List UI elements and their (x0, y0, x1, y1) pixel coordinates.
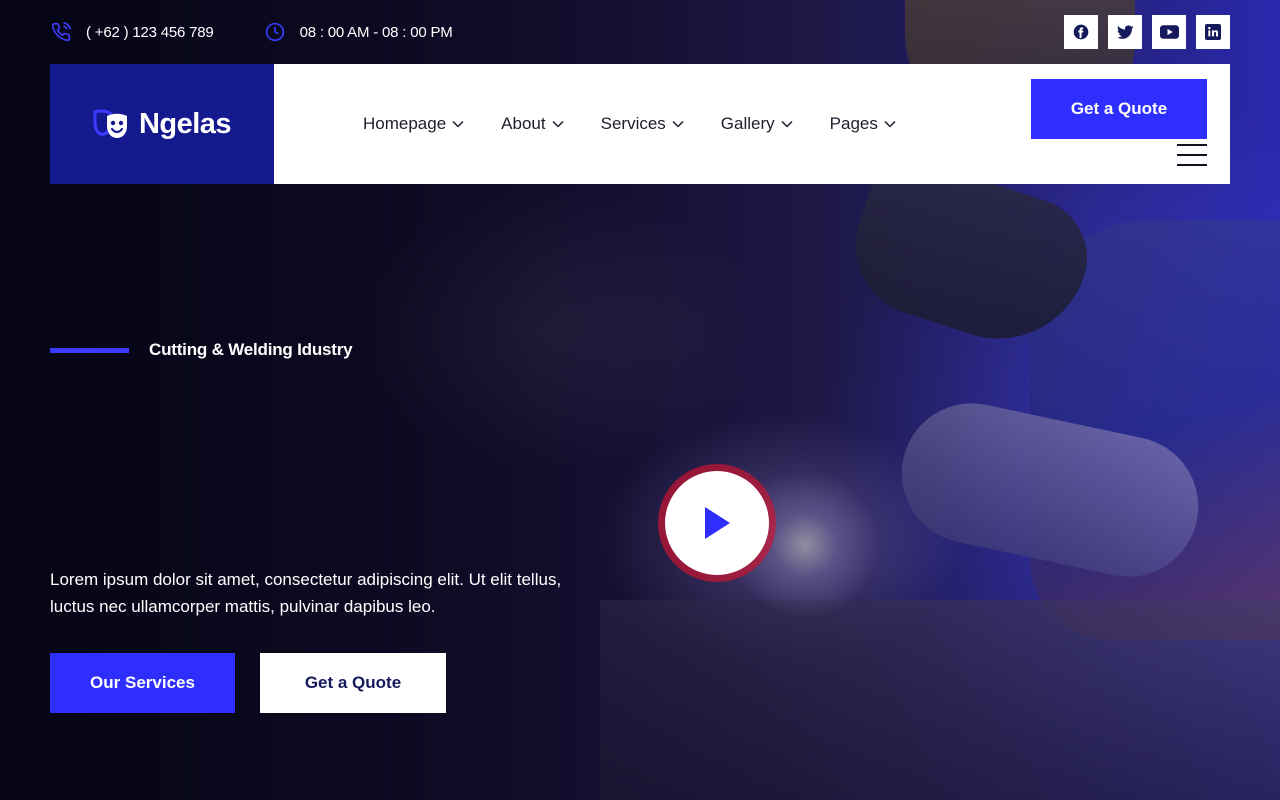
top-bar: ( +62 ) 123 456 789 08 : 00 AM - 08 : 00… (50, 15, 1230, 49)
nav-label: Pages (829, 114, 878, 133)
contact-hours: 08 : 00 AM - 08 : 00 PM (264, 21, 453, 43)
menu-icon[interactable] (1177, 144, 1207, 166)
contact-phone: ( +62 ) 123 456 789 (50, 21, 214, 43)
hero-description: Lorem ipsum dolor sit amet, consectetur … (50, 570, 562, 616)
chevron-down-icon (672, 120, 684, 128)
chevron-down-icon (452, 120, 464, 128)
social-links (1054, 15, 1230, 49)
nav-label: About (501, 114, 546, 133)
nav-item-pages[interactable]: Pages (830, 114, 896, 134)
opening-hours: 08 : 00 AM - 08 : 00 PM (299, 23, 453, 41)
twitter-icon[interactable] (1108, 15, 1142, 49)
nav-item-about[interactable]: About (501, 114, 564, 134)
youtube-icon[interactable] (1152, 15, 1186, 49)
brand-name: Ngelas (138, 107, 232, 140)
hero-tagline: Cutting & Welding Idustry (50, 340, 353, 360)
chevron-down-icon (552, 120, 564, 128)
chevron-down-icon (884, 120, 896, 128)
main-nav: Homepage About Services Gallery Pages (363, 64, 933, 184)
play-video-button[interactable] (658, 464, 776, 582)
tagline-text: Cutting & Welding Idustry (149, 340, 353, 359)
header-actions: Get a Quote (1030, 64, 1230, 184)
masks-icon (93, 108, 131, 140)
hero-get-quote-button[interactable]: Get a Quote (260, 653, 446, 713)
phone-number: ( +62 ) 123 456 789 (86, 23, 214, 41)
nav-label: Homepage (363, 114, 447, 133)
phone-icon (50, 21, 72, 43)
nav-item-homepage[interactable]: Homepage (363, 114, 464, 134)
our-services-button[interactable]: Our Services (50, 653, 235, 713)
clock-icon (264, 21, 286, 43)
logo[interactable]: Ngelas (50, 64, 274, 184)
linkedin-icon[interactable] (1196, 15, 1230, 49)
chevron-down-icon (781, 120, 793, 128)
nav-item-gallery[interactable]: Gallery (721, 114, 793, 134)
facebook-icon[interactable] (1064, 15, 1098, 49)
nav-item-services[interactable]: Services (601, 114, 684, 134)
site-header: Ngelas Homepage About Services Gallery P… (50, 64, 1230, 184)
nav-label: Services (600, 114, 666, 133)
play-icon (665, 471, 769, 575)
tagline-accent-bar (50, 347, 129, 353)
get-quote-button[interactable]: Get a Quote (1031, 79, 1207, 139)
nav-label: Gallery (720, 114, 775, 133)
